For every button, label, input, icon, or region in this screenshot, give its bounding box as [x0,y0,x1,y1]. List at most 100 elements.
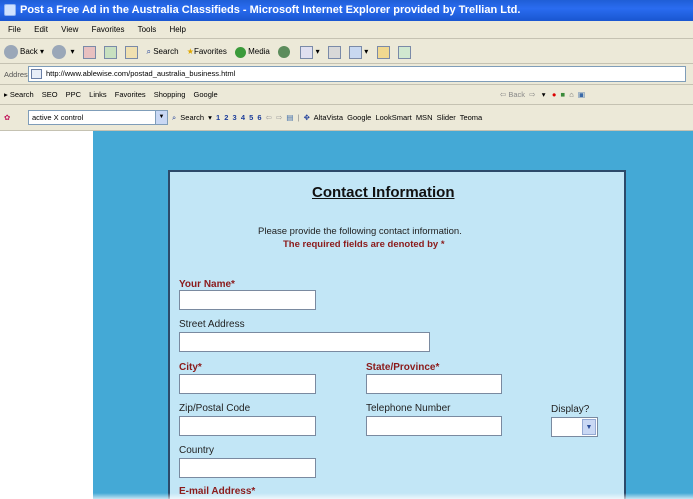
window-title-bar: Post a Free Ad in the Australia Classifi… [0,0,693,21]
mail-button[interactable]: ▾ [300,39,320,63]
chevron-down-icon[interactable]: ▼ [155,111,167,124]
link-seo[interactable]: SEO [42,90,58,99]
link-links[interactable]: Links [89,90,107,99]
engine-looksmart[interactable]: LookSmart [375,113,411,122]
telephone-number-input[interactable] [366,416,502,436]
history-button[interactable] [278,39,292,63]
menu-tools[interactable]: Tools [138,25,157,34]
links-toolbar-nav: ⇦ Back ⇨ ▾ ● ■ ⌂ ▣ [500,85,585,104]
print-button[interactable] [327,39,341,63]
toolbar-logo-icon: ✿ [4,113,11,122]
search-toolbar-buttons: ⌕ Search ▾ 1 2 3 4 5 6 ⇦ ⇨ ▤ | ✥ AltaVis… [172,105,483,130]
links-home-icon[interactable]: ⌂ [569,90,574,99]
menu-favorites[interactable]: Favorites [92,25,125,34]
contact-form-title: Contact Information [312,184,455,201]
search-separator-icon: | [297,113,300,122]
home-button[interactable] [125,39,139,63]
media-button[interactable]: Media [235,39,270,63]
favorites-star-icon: ★ [186,47,194,57]
link-search[interactable]: Search [10,90,34,99]
engine-google[interactable]: Google [347,113,371,122]
display-select[interactable]: ▼ [551,417,598,437]
search-back-icon[interactable]: ⇦ [266,113,272,122]
links-picture-icon[interactable]: ▣ [578,90,585,99]
address-url: http://www.ablewise.com/postad_australia… [46,69,236,78]
your-name-input[interactable] [179,290,316,310]
result-page-5[interactable]: 5 [249,113,253,122]
street-address-input[interactable] [179,332,430,352]
country-label: Country [179,445,215,456]
home-icon [125,45,139,59]
messenger-icon [397,45,411,59]
search-button[interactable]: ⌕ Search [146,39,178,63]
toolbar-search-query: active X control [32,113,84,122]
messenger-button[interactable] [397,39,411,63]
window-title: Post a Free Ad in the Australia Classifi… [20,4,521,16]
stop-icon [82,45,96,59]
menu-file[interactable]: File [8,25,21,34]
print-icon [327,45,341,59]
link-shopping[interactable]: Shopping [154,90,186,99]
engine-slider[interactable]: Slider [437,113,456,122]
address-bar: Address http://www.ablewise.com/postad_a… [0,64,693,85]
country-input[interactable] [179,458,316,478]
links-page-icon[interactable]: ■ [561,90,566,99]
search-forward-icon[interactable]: ⇨ [276,113,282,122]
links-dropdown-icon[interactable]: ▾ [542,90,546,99]
link-google[interactable]: Google [194,90,218,99]
link-favorites[interactable]: Favorites [115,90,146,99]
links-toolbar: ▸ Search SEO PPC Links Favorites Shoppin… [0,85,693,105]
menu-help[interactable]: Help [170,25,186,34]
engine-msn[interactable]: MSN [416,113,433,122]
chevron-down-icon[interactable]: ▼ [582,419,596,435]
popup-blocker-icon[interactable]: ● [552,90,557,99]
edit-icon [349,45,363,59]
result-page-3[interactable]: 3 [233,113,237,122]
stop-button[interactable] [82,39,96,63]
refresh-button[interactable] [104,39,117,63]
address-label: Address [4,70,32,79]
menu-view[interactable]: View [61,25,78,34]
standard-toolbar: Back ▾ ▾ ⌕ Search ★Favorites Media ▾ ▾ [0,39,693,64]
street-address-label: Street Address [179,319,245,330]
back-button[interactable]: Back ▾ [4,39,44,63]
links-forward-button[interactable]: ⇨ [529,90,535,99]
result-page-4[interactable]: 4 [241,113,245,122]
links-back-button[interactable]: ⇦ Back [500,90,525,99]
bottom-fade [0,493,693,499]
engine-altavista[interactable]: AltaVista [314,113,343,122]
your-name-label: Your Name* [179,279,235,290]
search-toolbar: ✿ active X control ▼ ⌕ Search ▾ 1 2 3 4 … [0,105,693,131]
forward-button[interactable]: ▾ [52,39,75,63]
search-page-icon[interactable]: ▤ [286,113,293,122]
zip-postal-code-input[interactable] [179,416,316,436]
search-toolbar-button[interactable]: ⌕ Search [172,113,204,122]
address-input[interactable]: http://www.ablewise.com/postad_australia… [28,66,686,82]
engine-teoma[interactable]: Teoma [460,113,483,122]
discuss-button[interactable] [376,39,390,63]
result-page-1[interactable]: 1 [216,113,220,122]
search-options-chevron-icon[interactable]: ▾ [208,113,212,122]
state-province-label: State/Province* [366,362,440,373]
required-fields-note: The required fields are denoted by * [283,239,445,250]
search-engine-icon: ✥ [303,113,310,122]
discuss-icon [376,45,390,59]
city-label: City* [179,362,202,373]
favorites-button[interactable]: ★Favorites [186,39,227,63]
result-page-6[interactable]: 6 [257,113,261,122]
internet-explorer-icon [4,4,16,16]
result-page-2[interactable]: 2 [224,113,228,122]
search-magnifier-icon: ⌕ [146,47,151,57]
state-province-input[interactable] [366,374,502,394]
edit-button[interactable]: ▾ [349,39,368,63]
forward-arrow-icon [52,45,67,60]
zip-postal-code-label: Zip/Postal Code [179,403,251,414]
menu-edit[interactable]: Edit [34,25,48,34]
toolbar-search-input[interactable]: active X control ▼ [28,110,168,125]
history-icon [278,46,291,59]
page-left-margin [0,131,93,499]
link-ppc[interactable]: PPC [66,90,81,99]
mail-icon [300,45,314,59]
search-magnifier-icon: ⌕ [172,113,177,122]
city-input[interactable] [179,374,316,394]
